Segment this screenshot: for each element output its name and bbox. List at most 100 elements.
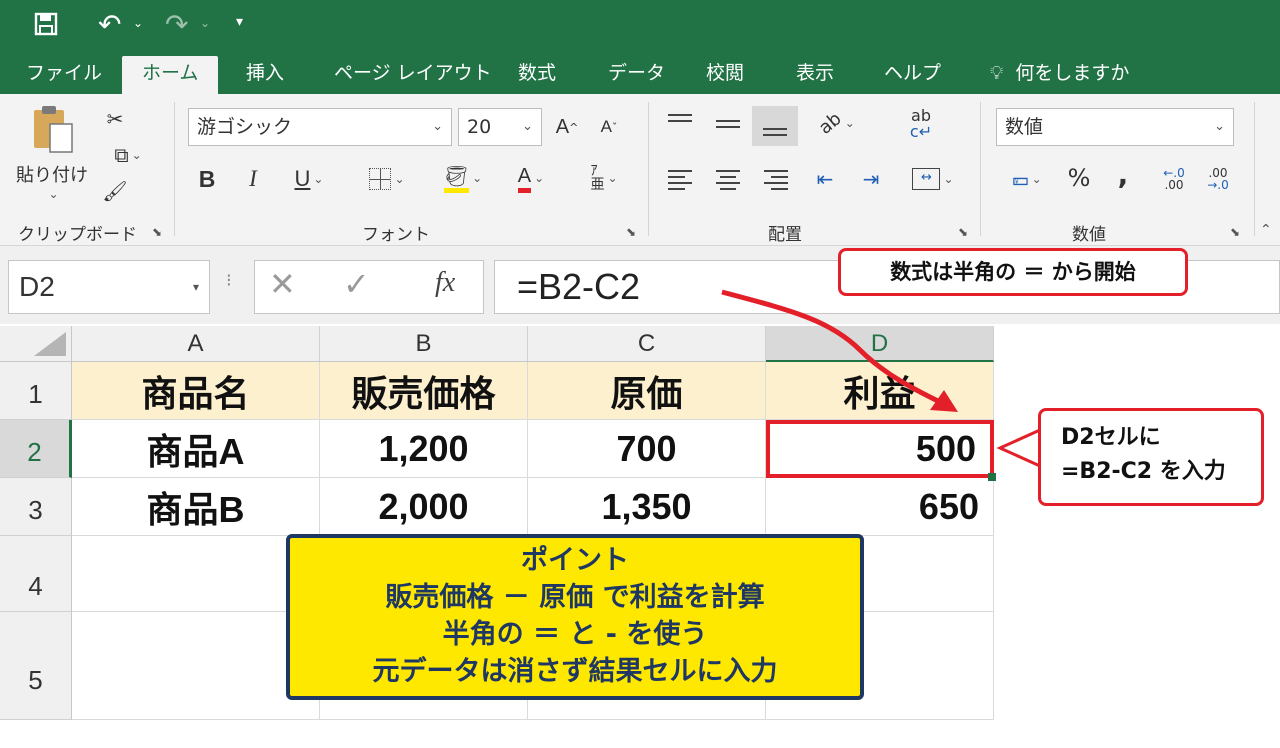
- cancel-icon[interactable]: ✕: [269, 265, 296, 303]
- row-header-5[interactable]: 5: [0, 612, 72, 720]
- dialog-launcher-icon[interactable]: ⬊: [1230, 225, 1240, 239]
- align-middle-icon[interactable]: [716, 116, 740, 132]
- name-box[interactable]: D2 ▾: [8, 260, 210, 314]
- bold-button[interactable]: B: [192, 164, 222, 194]
- font-color-button[interactable]: A ⌄: [504, 160, 558, 196]
- wrap-arrow-icon: c↵: [909, 122, 933, 141]
- row-header-2[interactable]: 2: [0, 420, 72, 478]
- divider: [980, 102, 981, 236]
- chevron-down-icon[interactable]: ▾: [193, 261, 199, 313]
- point-line-3: 元データは消さず結果セルに入力: [372, 656, 778, 687]
- cell-a1[interactable]: 商品名: [72, 362, 320, 420]
- cell-b2[interactable]: 1,200: [320, 420, 528, 478]
- row-header-4[interactable]: 4: [0, 536, 72, 612]
- dialog-launcher-icon[interactable]: ⬊: [958, 225, 968, 239]
- cell-d2[interactable]: 500: [766, 420, 994, 478]
- column-header-b[interactable]: B: [320, 326, 528, 362]
- align-bottom-button[interactable]: [752, 106, 798, 146]
- column-header-a[interactable]: A: [72, 326, 320, 362]
- more-options-icon[interactable]: ⁝: [226, 270, 232, 291]
- cell-d3[interactable]: 650: [766, 478, 994, 536]
- orientation-button[interactable]: ab ⌄: [812, 108, 862, 139]
- merge-center-button[interactable]: ↔ ⌄: [904, 162, 962, 196]
- formula-callout: 数式は半角の ＝ から開始: [838, 248, 1188, 296]
- fill-handle[interactable]: [988, 473, 996, 481]
- underline-button[interactable]: U ⌄: [284, 164, 334, 194]
- cell-empty[interactable]: [72, 612, 320, 720]
- ribbon: 貼り付け ⌄ ✂ ⧉ ⌄ 🖌︎ クリップボード ⬊ 游ゴシック ⌄ 20 ⌄ A ^ A…: [0, 94, 1280, 246]
- row-header-3[interactable]: 3: [0, 478, 72, 536]
- tab-view[interactable]: 表示: [778, 56, 852, 94]
- tab-review[interactable]: 校閲: [688, 56, 762, 94]
- cell-b1[interactable]: 販売価格: [320, 362, 528, 420]
- chevron-down-icon: ⌄: [1031, 172, 1042, 186]
- paste-button[interactable]: 貼り付け ⌄: [8, 102, 96, 202]
- format-painter-icon: 🖌︎: [102, 179, 128, 203]
- cell-c1[interactable]: 原価: [528, 362, 766, 420]
- align-center-icon[interactable]: [716, 166, 740, 194]
- enter-icon[interactable]: ✓: [343, 265, 370, 303]
- cell-c3[interactable]: 1,350: [528, 478, 766, 536]
- cell-c2[interactable]: 700: [528, 420, 766, 478]
- chevron-down-icon: ⌄: [432, 119, 443, 134]
- tell-me-search[interactable]: 💡︎ 何をしますか: [972, 56, 1147, 94]
- save-icon[interactable]: [34, 12, 58, 36]
- cut-button[interactable]: ✂: [100, 104, 130, 134]
- column-header-d[interactable]: D: [766, 326, 994, 362]
- copy-button[interactable]: ⧉ ⌄: [100, 140, 156, 170]
- cell-a3[interactable]: 商品B: [72, 478, 320, 536]
- ribbon-tabs: ファイル ホーム 挿入 ページ レイアウト 数式 データ 校閲 表示 ヘルプ 💡…: [0, 52, 1280, 94]
- point-line-2: 半角の ＝ と - を使う: [442, 619, 708, 650]
- align-bottom-icon: [763, 124, 787, 140]
- increase-indent-button[interactable]: ⇥: [856, 164, 886, 194]
- font-size-select[interactable]: 20 ⌄: [458, 108, 542, 146]
- decrease-decimal-button[interactable]: .00 →.0: [1198, 162, 1238, 196]
- chevron-down-icon: ⌄: [844, 116, 855, 130]
- tab-home[interactable]: ホーム: [122, 56, 219, 94]
- accounting-format-button[interactable]: 💴︎ ⌄: [998, 164, 1056, 194]
- redo-icon[interactable]: ↷: [165, 8, 188, 41]
- decrease-indent-button[interactable]: ⇤: [810, 164, 840, 194]
- row-header-1[interactable]: 1: [0, 362, 72, 420]
- tab-page-layout[interactable]: ページ レイアウト: [316, 56, 510, 94]
- cell-d1[interactable]: 利益: [766, 362, 994, 420]
- tab-file[interactable]: ファイル: [8, 56, 120, 94]
- shrink-font-button[interactable]: Aˇ: [594, 112, 624, 142]
- align-left-icon[interactable]: [668, 166, 692, 194]
- cell-a2[interactable]: 商品A: [72, 420, 320, 478]
- increase-indent-icon: ⇥: [862, 167, 880, 191]
- customize-icon[interactable]: ▾: [236, 14, 243, 30]
- borders-button[interactable]: ⌄: [360, 164, 414, 194]
- grow-font-button[interactable]: A ^: [552, 112, 582, 142]
- format-painter-button[interactable]: 🖌︎: [100, 176, 130, 206]
- fill-bucket-icon: 🪣︎: [443, 164, 470, 193]
- percent-button[interactable]: %: [1064, 162, 1094, 194]
- dialog-launcher-icon[interactable]: ⬊: [152, 225, 162, 239]
- align-top-icon[interactable]: [668, 110, 692, 126]
- collapse-ribbon-icon[interactable]: ⌃: [1260, 222, 1272, 238]
- tab-insert[interactable]: 挿入: [228, 56, 302, 94]
- undo-dropdown-icon[interactable]: ⌄: [133, 16, 143, 30]
- undo-icon[interactable]: ↶: [98, 8, 121, 41]
- align-right-icon[interactable]: [764, 166, 788, 194]
- column-header-c[interactable]: C: [528, 326, 766, 362]
- tab-data[interactable]: データ: [590, 56, 683, 94]
- number-format-select[interactable]: 数値 ⌄: [996, 108, 1234, 146]
- comma-button[interactable]: ,: [1108, 158, 1138, 191]
- cell-b3[interactable]: 2,000: [320, 478, 528, 536]
- font-name-select[interactable]: 游ゴシック ⌄: [188, 108, 452, 146]
- phonetic-button[interactable]: ｱ亜 ⌄: [580, 162, 628, 194]
- increase-decimal-button[interactable]: ←.0.00: [1154, 162, 1194, 196]
- select-all-corner[interactable]: [0, 326, 72, 362]
- divider: [648, 102, 649, 236]
- insert-function-icon[interactable]: fx: [435, 267, 455, 299]
- redo-dropdown-icon[interactable]: ⌄: [200, 16, 210, 30]
- dialog-launcher-icon[interactable]: ⬊: [626, 225, 636, 239]
- cell-empty[interactable]: [72, 536, 320, 612]
- italic-button[interactable]: I: [238, 164, 268, 194]
- fill-color-button[interactable]: 🪣︎ ⌄: [436, 160, 490, 196]
- point-line-1: 販売価格 － 原価 で利益を計算: [385, 582, 765, 613]
- wrap-text-button[interactable]: ab c↵: [904, 104, 938, 144]
- tab-formulas[interactable]: 数式: [500, 56, 574, 94]
- tab-help[interactable]: ヘルプ: [866, 56, 959, 94]
